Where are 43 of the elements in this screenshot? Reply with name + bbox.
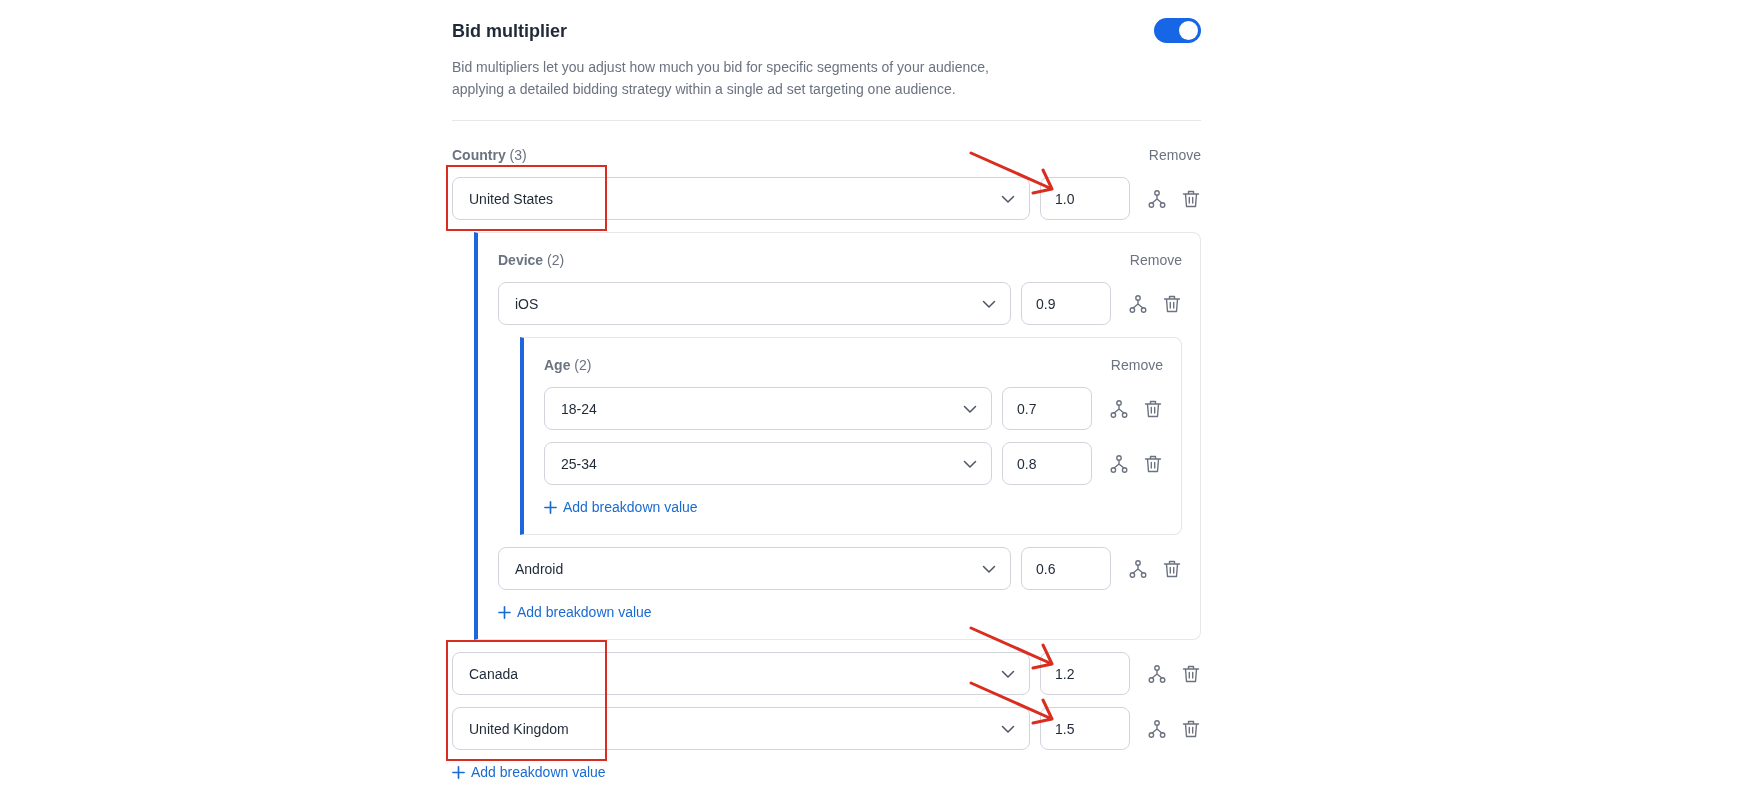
trash-icon[interactable] xyxy=(1181,718,1201,739)
remove-link[interactable]: Remove xyxy=(1148,145,1201,165)
plus-icon xyxy=(498,605,511,619)
branch-icon[interactable] xyxy=(1147,718,1167,739)
dropdown[interactable]: 25-34 xyxy=(544,442,992,485)
branch-icon[interactable] xyxy=(1128,293,1148,314)
add-value-button[interactable]: Add breakdown value xyxy=(544,497,698,517)
dropdown[interactable]: United States xyxy=(452,177,1030,220)
breakdown-label: Age (2) xyxy=(544,356,592,375)
remove-link[interactable]: Remove xyxy=(1129,250,1182,270)
multiplier-field[interactable]: 1.5 xyxy=(1040,707,1130,750)
breakdown-label: Device (2) xyxy=(498,251,565,270)
branch-icon[interactable] xyxy=(1128,558,1148,579)
section-title: Bid multiplier xyxy=(452,19,567,43)
dropdown[interactable]: United Kingdom xyxy=(452,707,1030,750)
toggle-switch[interactable] xyxy=(1154,18,1201,43)
dropdown[interactable]: Canada xyxy=(452,652,1030,695)
add-value-button[interactable]: Add breakdown value xyxy=(452,762,606,782)
dropdown[interactable]: 18-24 xyxy=(544,387,992,430)
dropdown[interactable]: Android xyxy=(498,547,1011,590)
trash-icon[interactable] xyxy=(1162,558,1182,579)
breakdown-label: Country (3) xyxy=(452,146,527,165)
trash-icon[interactable] xyxy=(1143,398,1163,419)
trash-icon[interactable] xyxy=(1162,293,1182,314)
branch-icon[interactable] xyxy=(1109,453,1129,474)
multiplier-field[interactable]: 0.7 xyxy=(1002,387,1092,430)
branch-icon[interactable] xyxy=(1147,188,1167,209)
add-value-button[interactable]: Add breakdown value xyxy=(498,602,652,622)
trash-icon[interactable] xyxy=(1181,188,1201,209)
trash-icon[interactable] xyxy=(1143,453,1163,474)
remove-link[interactable]: Remove xyxy=(1110,355,1163,375)
dropdown[interactable]: iOS xyxy=(498,282,1011,325)
description: Bid multipliers let you adjust how much you bid for specific segments of your audience, applying a detailed bidding strategy within a single ad set targeting one audience. xyxy=(452,58,990,99)
multiplier-field[interactable]: 1.2 xyxy=(1040,652,1130,695)
trash-icon[interactable] xyxy=(1181,663,1201,684)
plus-icon xyxy=(452,765,465,779)
plus-icon xyxy=(544,500,557,514)
multiplier-field[interactable]: 1.0 xyxy=(1040,177,1130,220)
branch-icon[interactable] xyxy=(1147,663,1167,684)
multiplier-field[interactable]: 0.6 xyxy=(1021,547,1111,590)
multiplier-field[interactable]: 0.8 xyxy=(1002,442,1092,485)
branch-icon[interactable] xyxy=(1109,398,1129,419)
multiplier-field[interactable]: 0.9 xyxy=(1021,282,1111,325)
